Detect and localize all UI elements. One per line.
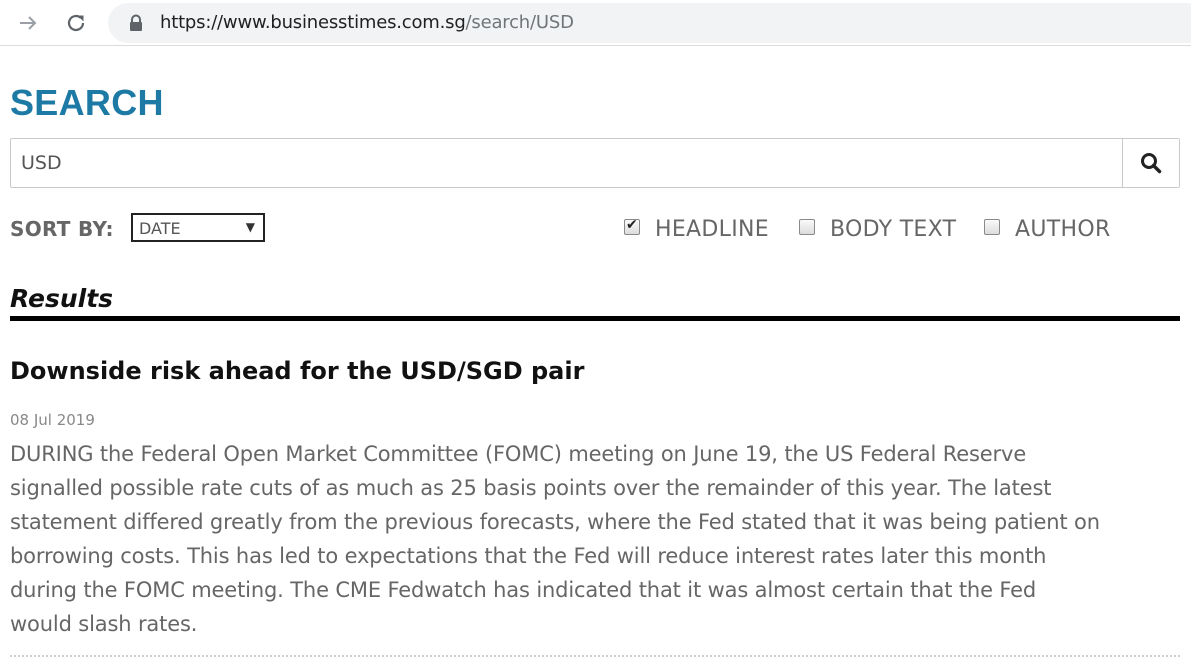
body-text-label: BODY TEXT: [830, 216, 957, 242]
body-text-checkbox[interactable]: [799, 218, 815, 235]
article-snippet: DURING the Federal Open Market Committee…: [10, 437, 1185, 641]
lock-icon: [130, 14, 142, 31]
filter-body-text[interactable]: BODY TEXT: [799, 215, 956, 243]
sort-by-label: SORT BY:: [10, 217, 114, 241]
forward-button[interactable]: [13, 8, 43, 38]
reload-button[interactable]: [61, 8, 91, 38]
headline-label: HEADLINE: [655, 216, 769, 242]
url-base: https://www.businesstimes.com.sg: [160, 12, 466, 33]
checkmark-icon: ✔: [626, 216, 638, 233]
search-input[interactable]: [11, 139, 1122, 187]
snippet-line: signalled possible rate cuts of as much …: [10, 476, 1052, 500]
headline-checkbox[interactable]: ✔: [624, 216, 640, 235]
snippet-line: borrowing costs. This has led to expecta…: [10, 544, 1047, 568]
search-box: [10, 138, 1180, 188]
forward-arrow-icon: [20, 16, 37, 30]
page-title: SEARCH: [10, 82, 164, 123]
search-icon: [1141, 153, 1162, 174]
results-divider: [10, 316, 1180, 321]
snippet-line: during the FOMC meeting. The CME Fedwatc…: [10, 578, 1037, 602]
snippet-line: would slash rates.: [10, 612, 198, 636]
reload-icon: [67, 14, 85, 32]
author-checkbox[interactable]: [984, 218, 1000, 235]
url-path: /search/USD: [465, 12, 574, 33]
snippet-line: DURING the Federal Open Market Committee…: [10, 442, 1027, 466]
article-date: 08 Jul 2019: [10, 411, 95, 429]
snippet-line: statement differed greatly from the prev…: [10, 510, 1100, 534]
sort-selected-value: DATE: [139, 219, 181, 238]
chevron-down-icon: ▼: [245, 220, 255, 234]
filter-headline[interactable]: ✔ HEADLINE: [624, 215, 769, 243]
address-bar[interactable]: https://www.businesstimes.com.sg/search/…: [108, 3, 1191, 43]
browser-toolbar: https://www.businesstimes.com.sg/search/…: [0, 0, 1191, 46]
results-heading: Results: [10, 284, 114, 313]
address-url[interactable]: https://www.businesstimes.com.sg/search/…: [160, 12, 574, 33]
search-button[interactable]: [1122, 139, 1179, 187]
filter-author[interactable]: AUTHOR: [984, 215, 1111, 243]
article-title-link[interactable]: Downside risk ahead for the USD/SGD pair: [10, 357, 584, 385]
sort-select[interactable]: DATE ▼: [131, 213, 265, 242]
author-label: AUTHOR: [1015, 216, 1111, 242]
